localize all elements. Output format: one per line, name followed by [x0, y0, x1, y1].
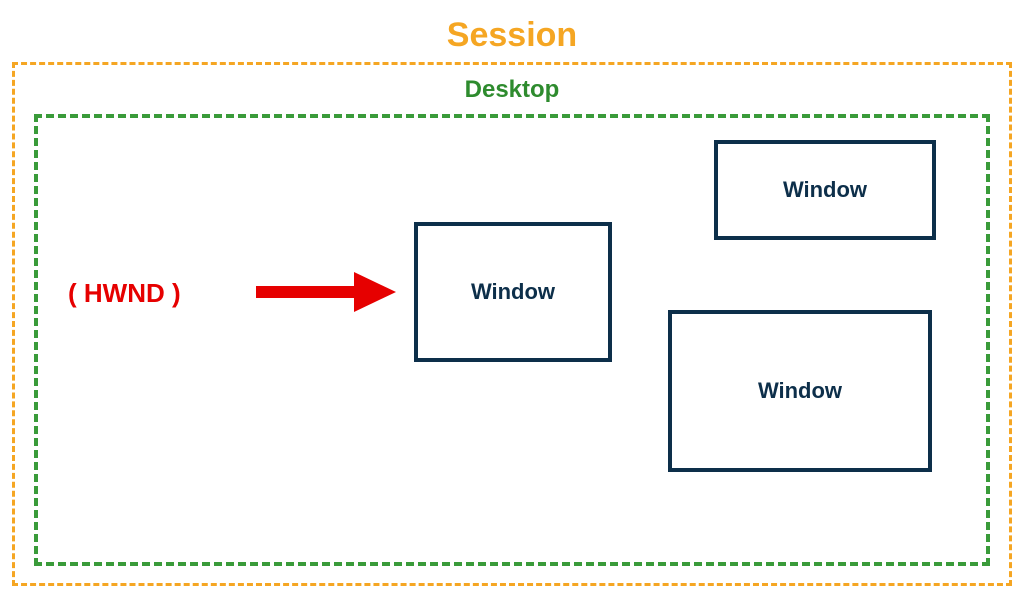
desktop-title: Desktop: [12, 76, 1012, 104]
window-bottom-right: Window: [668, 310, 932, 472]
hwnd-label: ( HWND ): [68, 278, 181, 309]
window-label: Window: [783, 177, 867, 203]
window-label: Window: [471, 279, 555, 305]
session-title: Session: [0, 16, 1024, 55]
window-center: Window: [414, 222, 612, 362]
window-top-right: Window: [714, 140, 936, 240]
arrow-icon: [256, 264, 396, 320]
window-label: Window: [758, 378, 842, 404]
